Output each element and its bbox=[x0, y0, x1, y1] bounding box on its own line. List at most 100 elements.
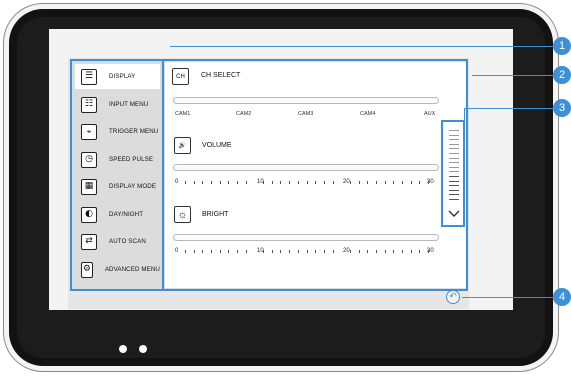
scale-tick bbox=[271, 181, 273, 184]
callout-3: 3 bbox=[553, 99, 571, 117]
ch-option-aux[interactable]: AUX bbox=[424, 111, 435, 117]
scale-tick bbox=[323, 181, 325, 184]
scale-tick bbox=[297, 250, 299, 253]
display-icon: ☰ bbox=[81, 68, 97, 85]
monitor-device: ☰ DISPLAY ☷ INPUT MENU ⌖ TRIGGER MENU ◷ … bbox=[0, 0, 571, 379]
back-arrow-icon: ↶ bbox=[449, 292, 457, 302]
sidebar-item-label: AUTO SCAN bbox=[109, 238, 146, 245]
scale-tick bbox=[245, 181, 247, 184]
scale-tick bbox=[419, 181, 421, 184]
scale-tick bbox=[289, 181, 291, 184]
callout-4-label: 4 bbox=[558, 291, 566, 303]
callout-line-4 bbox=[462, 297, 558, 298]
scale-tick bbox=[332, 250, 334, 253]
sidebar-item-display-mode[interactable]: ▦ DISPLAY MODE bbox=[75, 174, 160, 199]
scale-tick bbox=[297, 181, 299, 184]
sidebar-item-label: ADVANCED MENU bbox=[104, 266, 160, 273]
callout-line-3 bbox=[464, 108, 558, 109]
sidebar-item-day-night[interactable]: ◐ DAY/NIGHT bbox=[75, 202, 160, 227]
scale-tick bbox=[280, 181, 282, 184]
scale-tick bbox=[367, 250, 369, 253]
sidebar-item-input-menu[interactable]: ☷ INPUT MENU bbox=[75, 92, 160, 117]
sidebar-item-label: DISPLAY bbox=[109, 73, 136, 80]
scale-tick bbox=[410, 250, 412, 253]
display-mode-icon: ▦ bbox=[81, 178, 97, 195]
sidebar-item-speed-pulse[interactable]: ◷ SPEED PULSE bbox=[75, 147, 160, 172]
scroll-track-line bbox=[449, 134, 459, 136]
scale-tick bbox=[358, 181, 360, 184]
bright-slider[interactable] bbox=[173, 234, 439, 241]
scroll-track-line bbox=[449, 153, 459, 154]
speedometer-icon: ◷ bbox=[81, 151, 97, 168]
scale-tick bbox=[410, 181, 412, 184]
brightness-icon: ☼ bbox=[174, 206, 191, 223]
scale-tick bbox=[211, 250, 213, 253]
sidebar-item-label: DISPLAY MODE bbox=[109, 183, 157, 190]
ch-select-bar[interactable] bbox=[173, 97, 439, 104]
ch-option-cam4[interactable]: CAM4 bbox=[360, 111, 375, 117]
scroll-track-line bbox=[449, 166, 459, 168]
sidebar: ☰ DISPLAY ☷ INPUT MENU ⌖ TRIGGER MENU ◷ … bbox=[72, 61, 162, 290]
ch-option-cam2[interactable]: CAM2 bbox=[236, 111, 251, 117]
callout-4: 4 bbox=[553, 288, 571, 306]
scale-tick bbox=[271, 250, 273, 253]
scale-tick bbox=[375, 181, 377, 184]
scale-tick bbox=[237, 250, 239, 253]
callout-3-label: 3 bbox=[558, 102, 566, 114]
scroll-track-line bbox=[449, 189, 459, 191]
scale-tick bbox=[332, 181, 334, 184]
channel-icon: CH bbox=[172, 68, 189, 85]
callout-line-1 bbox=[170, 46, 557, 47]
sidebar-item-display[interactable]: ☰ DISPLAY bbox=[75, 64, 160, 89]
indicator-dot-right bbox=[139, 345, 147, 353]
ch-option-cam1[interactable]: CAM1 bbox=[175, 111, 190, 117]
day-night-icon: ◐ bbox=[81, 206, 97, 223]
scale-tick bbox=[323, 250, 325, 253]
ch-option-cam3[interactable]: CAM3 bbox=[298, 111, 313, 117]
bright-label-0: 0 bbox=[175, 248, 179, 254]
scale-tick bbox=[289, 250, 291, 253]
scale-tick bbox=[375, 250, 377, 253]
scroll-track-line bbox=[449, 130, 459, 131]
scale-tick bbox=[358, 250, 360, 253]
callout-line-3-vertical bbox=[464, 108, 465, 122]
sidebar-item-trigger-menu[interactable]: ⌖ TRIGGER MENU bbox=[75, 119, 160, 144]
trigger-icon: ⌖ bbox=[81, 123, 97, 140]
volume-title: VOLUME bbox=[202, 142, 232, 149]
chevron-down-icon[interactable] bbox=[448, 210, 460, 218]
scale-tick bbox=[401, 250, 403, 253]
scale-tick bbox=[349, 181, 351, 184]
callout-1-label: 1 bbox=[558, 40, 566, 52]
sidebar-item-label: TRIGGER MENU bbox=[109, 128, 159, 135]
settings-content bbox=[165, 62, 466, 288]
sidebar-item-label: SPEED PULSE bbox=[109, 156, 154, 163]
volume-slider[interactable] bbox=[173, 164, 439, 171]
scale-tick bbox=[280, 250, 282, 253]
scale-tick bbox=[306, 181, 308, 184]
back-button[interactable]: ↶ bbox=[446, 290, 460, 304]
sidebar-item-advanced-menu[interactable]: ⚙ ADVANCED MENU bbox=[75, 257, 160, 282]
bright-label-20: 20 bbox=[343, 248, 350, 254]
scale-tick bbox=[193, 181, 195, 184]
scale-tick bbox=[315, 181, 317, 184]
scroll-track-line bbox=[449, 162, 459, 164]
scroll-track-line bbox=[449, 148, 459, 150]
scale-tick bbox=[263, 250, 265, 253]
scale-tick bbox=[315, 250, 317, 253]
gear-icon: ⚙ bbox=[81, 261, 93, 278]
scale-tick bbox=[384, 181, 386, 184]
callout-2: 2 bbox=[553, 66, 571, 84]
scroll-track-line bbox=[449, 185, 459, 187]
scroll-track-line bbox=[449, 199, 459, 200]
indicator-dot-left bbox=[119, 345, 127, 353]
ch-select-title: CH SELECT bbox=[201, 72, 241, 79]
scale-tick bbox=[228, 250, 230, 253]
scrollbar[interactable] bbox=[441, 120, 465, 227]
scale-tick bbox=[185, 181, 186, 184]
scale-tick bbox=[367, 181, 369, 184]
scale-tick bbox=[211, 181, 213, 184]
callout-2-label: 2 bbox=[558, 69, 566, 81]
scale-tick bbox=[202, 181, 204, 184]
panel-divider bbox=[162, 59, 164, 291]
sidebar-item-auto-scan[interactable]: ⇄ AUTO SCAN bbox=[75, 229, 160, 254]
